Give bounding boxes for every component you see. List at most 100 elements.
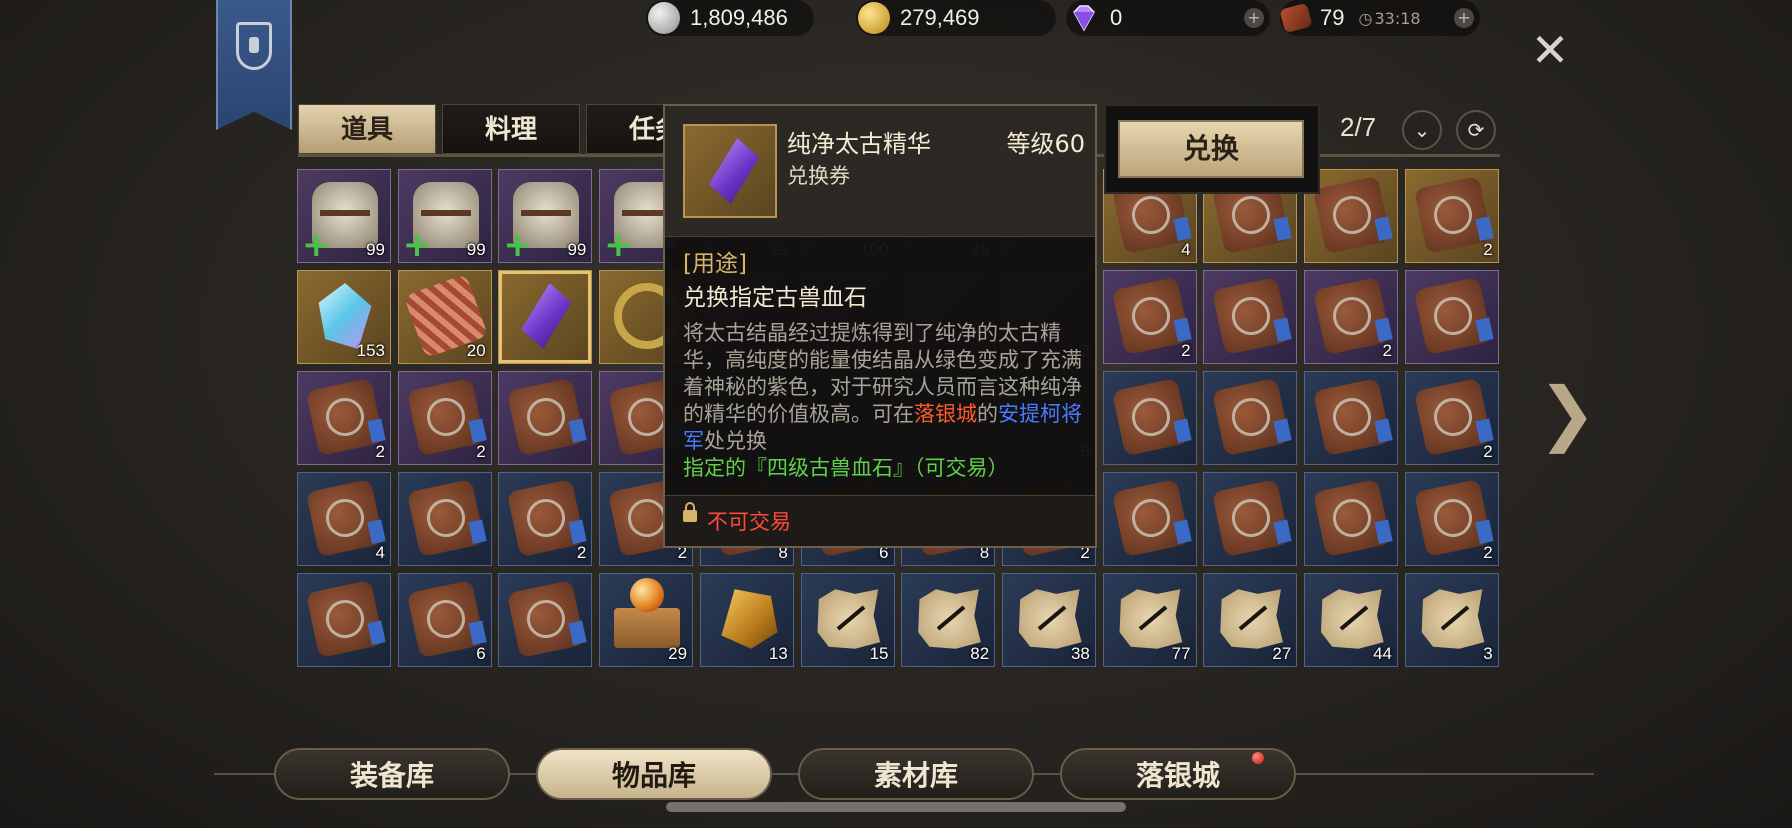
gem-currency: 0 + <box>1066 0 1270 36</box>
inventory-slot[interactable]: 153 <box>297 270 391 364</box>
guild-banner[interactable] <box>216 0 292 130</box>
plus-badge-icon: + <box>503 225 532 263</box>
gold-currency: 279,469 <box>856 0 1056 36</box>
inventory-slot[interactable]: 13 <box>699 573 794 667</box>
item-count: 20 <box>466 341 486 360</box>
desc-of: 的 <box>977 402 998 426</box>
item-count: 4 <box>375 543 385 562</box>
item-count: 2 <box>375 442 385 461</box>
book-icon <box>1312 478 1392 558</box>
inventory-slot[interactable]: 15 <box>800 573 895 667</box>
inventory-slot[interactable]: 82 <box>901 573 996 667</box>
inventory-slot[interactable] <box>1203 371 1298 465</box>
parchment-icon <box>1220 589 1283 649</box>
inventory-slot[interactable]: 77 <box>1102 573 1197 667</box>
inventory-slot[interactable] <box>498 270 593 364</box>
ticket-currency: 79 ◷ 33:18 + <box>1279 0 1480 36</box>
desc-prefix: 可在 <box>872 402 914 426</box>
add-tickets-button[interactable]: + <box>1454 8 1474 28</box>
inventory-slot[interactable] <box>1304 371 1398 465</box>
shield-emblem-icon <box>236 22 272 70</box>
inventory-slot[interactable] <box>498 371 593 465</box>
refresh-icon[interactable]: ⟳ <box>1456 110 1496 150</box>
exchange-button[interactable]: 兑换 <box>1118 120 1304 178</box>
parchment-icon <box>1018 589 1082 649</box>
inventory-slot[interactable]: 44 <box>1304 573 1398 667</box>
usage-label: [用途] <box>683 251 747 277</box>
close-button[interactable]: ✕ <box>1528 27 1572 73</box>
next-page-arrow-icon[interactable]: ❯ <box>1538 372 1597 454</box>
plus-badge-icon: + <box>302 225 331 263</box>
ore-icon <box>721 589 778 649</box>
book-icon <box>1111 377 1190 457</box>
not-tradable-label: 不可交易 <box>707 510 791 534</box>
inventory-slot[interactable]: 38 <box>1001 573 1096 667</box>
desc-mid: 处兑换 <box>704 429 767 453</box>
chevron-down-icon[interactable]: ⌄ <box>1402 110 1442 150</box>
item-count: 77 <box>1171 644 1191 663</box>
home-indicator[interactable] <box>666 802 1126 812</box>
inventory-slot[interactable]: 29 <box>599 573 694 667</box>
inventory-slot[interactable]: +99 <box>397 169 492 263</box>
inventory-slot[interactable]: +99 <box>498 169 593 263</box>
tab-item-storage[interactable]: 物品库 <box>536 748 772 800</box>
tab-material-storage[interactable]: 素材库 <box>798 748 1034 800</box>
inventory-slot[interactable] <box>1102 371 1197 465</box>
crystal-icon <box>318 283 372 349</box>
tab-cooking[interactable]: 料理 <box>442 104 580 154</box>
item-count: 2 <box>1483 240 1493 259</box>
parchment-icon <box>817 589 881 649</box>
plus-badge-icon: + <box>402 225 432 263</box>
inventory-slot[interactable] <box>1203 472 1298 566</box>
inventory-slot[interactable] <box>297 573 391 667</box>
purple-crystal-icon <box>708 138 760 204</box>
book-icon <box>1212 377 1291 457</box>
notification-dot <box>1252 752 1264 764</box>
inventory-slot[interactable]: 2 <box>297 371 391 465</box>
inventory-slot[interactable] <box>397 472 492 566</box>
item-count: 153 <box>356 341 385 360</box>
item-count: 44 <box>1373 644 1392 663</box>
usage-text: 兑换指定古兽血石 <box>683 285 867 311</box>
inventory-slot[interactable]: 4 <box>297 472 391 566</box>
inventory-slot[interactable]: 2 <box>1404 169 1499 263</box>
gold-coin-icon <box>858 2 890 34</box>
inventory-slot[interactable]: 20 <box>397 270 492 364</box>
inventory-slot[interactable] <box>1102 472 1197 566</box>
add-gems-button[interactable]: + <box>1244 8 1264 28</box>
item-type: 兑换券 <box>787 164 850 188</box>
inventory-slot[interactable]: 2 <box>1404 371 1499 465</box>
item-level: 等级60 <box>1006 130 1085 158</box>
page-indicator: 2/7 <box>1340 112 1377 142</box>
inventory-slot[interactable]: 3 <box>1404 573 1499 667</box>
silver-coin-icon <box>648 2 680 34</box>
inventory-slot[interactable] <box>1404 270 1499 364</box>
item-count: 4 <box>1181 240 1191 259</box>
desc-city: 落银城 <box>914 402 977 426</box>
book-icon <box>305 478 385 558</box>
item-count: 99 <box>567 240 587 259</box>
inventory-slot[interactable]: 2 <box>1102 270 1197 364</box>
inventory-slot[interactable]: 2 <box>1404 472 1499 566</box>
item-count: 2 <box>1181 341 1191 360</box>
inventory-slot[interactable]: 2 <box>1304 270 1398 364</box>
purple-crystal-icon <box>521 283 572 349</box>
inventory-slot[interactable]: +99 <box>297 169 391 263</box>
inventory-slot[interactable] <box>1203 270 1298 364</box>
inventory-slot[interactable]: 27 <box>1203 573 1298 667</box>
tab-items[interactable]: 道具 <box>298 104 436 154</box>
item-count: 27 <box>1272 644 1292 663</box>
inventory-slot[interactable]: 2 <box>498 472 593 566</box>
book-icon <box>1312 276 1392 356</box>
book-icon <box>406 579 485 659</box>
inventory-slot[interactable] <box>1304 472 1398 566</box>
book-icon <box>507 377 586 457</box>
inventory-slot[interactable]: 6 <box>397 573 492 667</box>
tab-equipment-storage[interactable]: 装备库 <box>274 748 510 800</box>
inventory-slot[interactable] <box>498 573 593 667</box>
inventory-slot[interactable]: 2 <box>397 371 492 465</box>
book-icon <box>406 377 485 457</box>
item-count: 2 <box>476 442 486 461</box>
gold-amount: 279,469 <box>900 5 980 30</box>
item-count: 2 <box>1382 341 1392 360</box>
